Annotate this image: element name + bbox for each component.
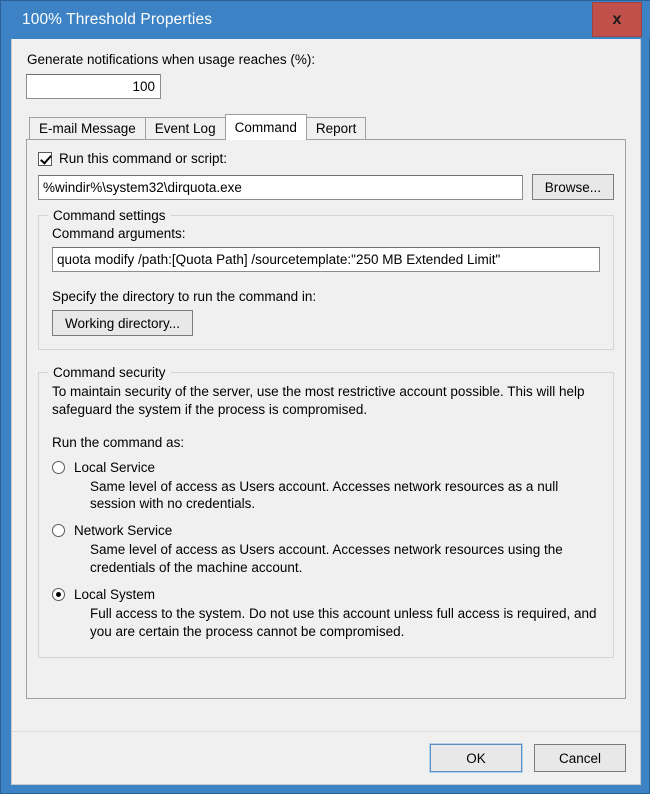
footer-divider (12, 731, 640, 732)
tab-command[interactable]: Command (224, 114, 307, 140)
radio-local-system[interactable] (52, 587, 65, 601)
tab-event-log[interactable]: Event Log (144, 117, 226, 139)
radio-label-local-system: Local System (74, 586, 156, 602)
run-command-label: Run this command or script: (59, 151, 228, 166)
run-as-label: Run the command as: (52, 434, 185, 450)
radio-row-local-system[interactable]: Local System (52, 587, 600, 602)
radio-network-service[interactable] (52, 524, 65, 538)
radio-label-network-service: Network Service (74, 523, 173, 539)
radio-label-local-service: Local Service (74, 459, 156, 475)
command-path-input[interactable] (38, 174, 523, 200)
security-description: To maintain security of the server, use … (52, 384, 585, 417)
radio-description-network-service: Same level of access as Users account. A… (90, 542, 563, 576)
working-directory-button[interactable]: Working directory... (52, 310, 194, 336)
tab-email-message[interactable]: E-mail Message (29, 117, 146, 139)
command-security-title: Command security (48, 365, 171, 380)
command-arguments-label: Command arguments: (52, 226, 186, 241)
radio-description-local-service: Same level of access as Users account. A… (90, 478, 559, 512)
browse-button[interactable]: Browse... (531, 174, 614, 200)
run-command-checkbox-row[interactable]: Run this command or script: (38, 151, 614, 166)
tab-panel-command: Run this command or script: Browse... Co… (26, 139, 626, 699)
radio-row-local-service[interactable]: Local Service (52, 460, 600, 475)
title-bar: 100% Threshold Properties x (1, 1, 650, 39)
window-title: 100% Threshold Properties (22, 11, 213, 28)
dialog-footer: OK Cancel (12, 743, 640, 784)
dialog-client-area: Generate notifications when usage reache… (11, 39, 641, 785)
ok-button[interactable]: OK (429, 743, 523, 773)
radio-description-local-system: Full access to the system. Do not use th… (90, 605, 597, 639)
threshold-input[interactable] (26, 74, 161, 99)
working-directory-label: Specify the directory to run the command… (52, 289, 317, 304)
threshold-label: Generate notifications when usage reache… (27, 52, 316, 67)
radio-local-service[interactable] (52, 460, 65, 474)
cancel-button[interactable]: Cancel (534, 744, 626, 772)
tab-strip: E-mail Message Event Log Command Report (26, 114, 626, 140)
dialog-window: 100% Threshold Properties x Generate not… (0, 0, 650, 794)
command-settings-group: Command settings Command arguments: Spec… (38, 208, 614, 350)
command-path-row: Browse... (38, 174, 614, 200)
tab-report[interactable]: Report (305, 117, 367, 139)
radio-row-network-service[interactable]: Network Service (52, 523, 600, 538)
close-icon[interactable]: x (592, 2, 642, 37)
command-security-group: Command security To maintain security of… (38, 365, 614, 658)
command-arguments-input[interactable] (52, 247, 600, 272)
command-settings-title: Command settings (48, 208, 171, 223)
run-command-checkbox[interactable] (38, 151, 52, 166)
